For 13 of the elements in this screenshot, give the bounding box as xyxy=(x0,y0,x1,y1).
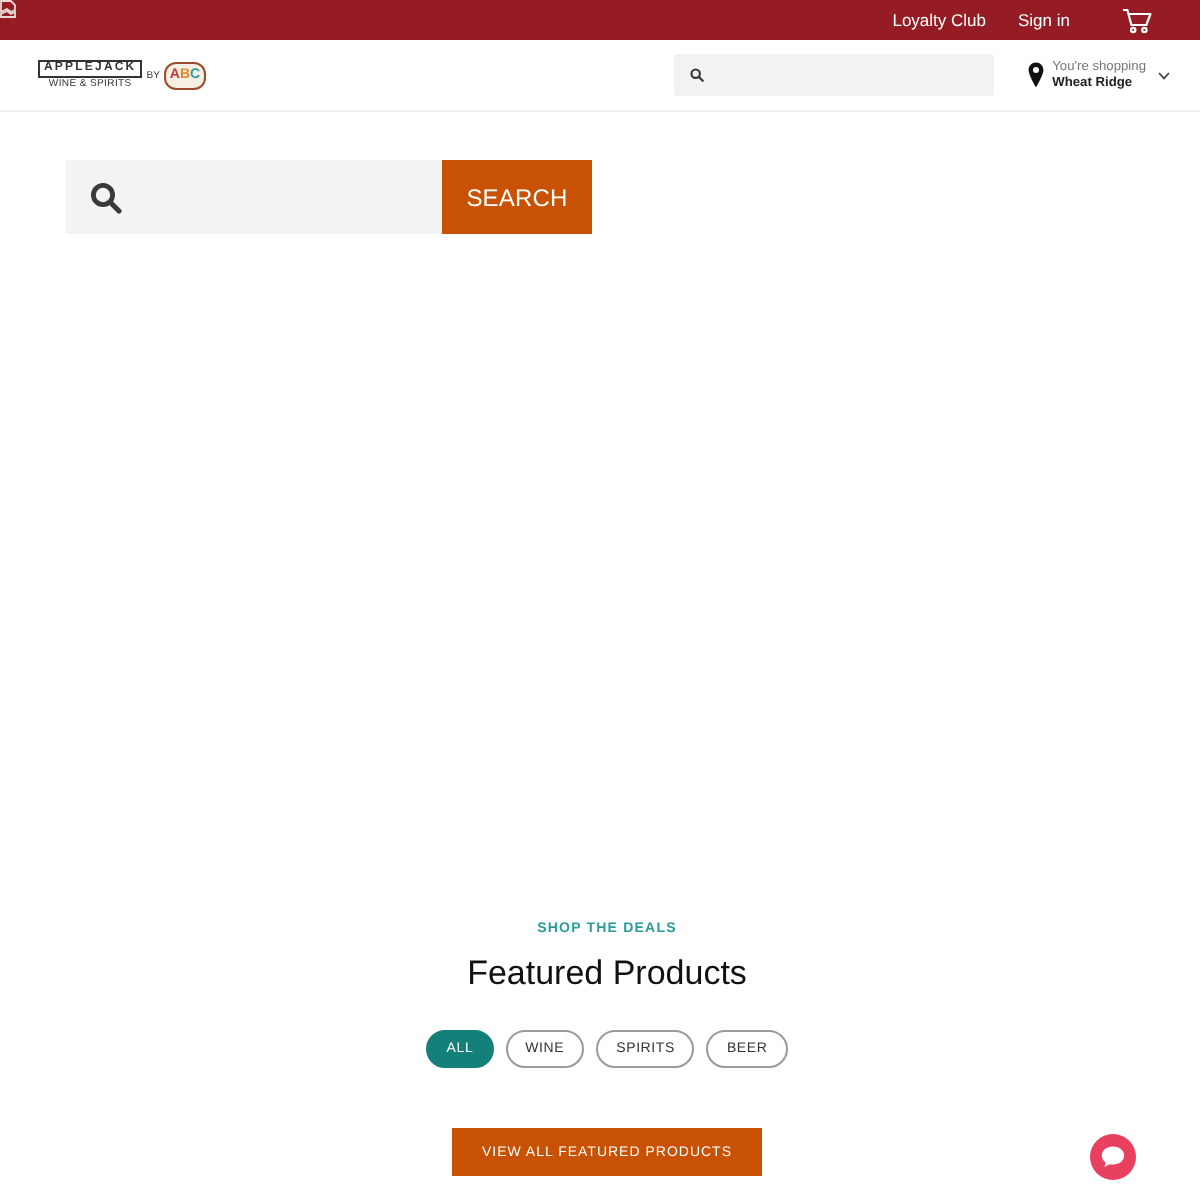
broken-image-icon xyxy=(0,0,16,18)
cart-icon[interactable] xyxy=(1122,7,1152,33)
search-icon xyxy=(90,181,122,213)
search-icon xyxy=(690,68,705,82)
chevron-down-icon[interactable] xyxy=(1158,71,1170,79)
location-pin-icon xyxy=(1028,62,1045,88)
header-search-field[interactable] xyxy=(674,54,995,96)
loyalty-club-link[interactable]: Loyalty Club xyxy=(892,10,986,30)
sign-in-link[interactable]: Sign in xyxy=(1018,10,1070,30)
search-field[interactable] xyxy=(66,160,442,234)
section-title: Featured Products xyxy=(467,952,747,996)
search-button[interactable]: SEARCH xyxy=(442,160,592,234)
chat-icon[interactable] xyxy=(1090,1134,1136,1180)
